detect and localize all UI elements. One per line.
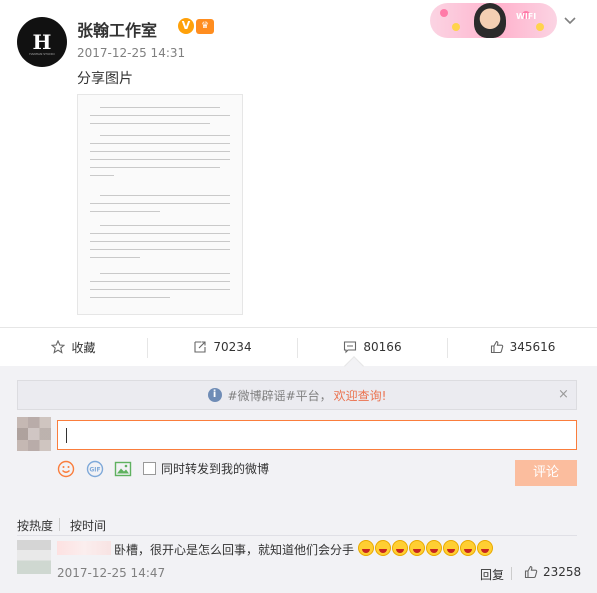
comment-icon: [344, 341, 357, 354]
like-button[interactable]: 345616: [448, 332, 597, 362]
image-icon[interactable]: [114, 460, 132, 478]
notice-text: #微博辟谣#平台，: [227, 388, 332, 403]
post-timestamp[interactable]: 2017-12-25 14:31: [77, 46, 185, 60]
comment-text: 卧槽，很开心是怎么回事，就知道他们会分手: [114, 543, 355, 557]
card-decoration-banner[interactable]: WIFI: [430, 3, 557, 38]
info-icon: i: [207, 388, 222, 402]
laughing-emoji-icon: [409, 540, 425, 556]
favorite-label: 收藏: [71, 340, 96, 355]
favorite-button[interactable]: 收藏: [0, 332, 147, 362]
star-icon: [51, 340, 66, 354]
vip-crown-icon[interactable]: ♛: [196, 19, 214, 34]
forward-checkbox-label: 同时转发到我的微博: [161, 462, 270, 476]
current-user-avatar[interactable]: [17, 417, 51, 451]
verified-badge-icon: V: [178, 18, 194, 34]
laughing-emoji-icon: [375, 540, 391, 556]
commenter-name-blurred[interactable]: [57, 541, 111, 555]
laughing-emoji-icon: [460, 540, 476, 556]
sort-by-hot-tab[interactable]: 按热度: [17, 517, 53, 534]
comment-timestamp: 2017-12-25 14:47: [57, 566, 166, 580]
forward-button[interactable]: 70234: [148, 332, 297, 362]
laughing-emoji-icon: [477, 540, 493, 556]
submit-comment-button[interactable]: 评论: [515, 460, 577, 486]
close-icon[interactable]: ×: [558, 387, 569, 402]
like-count: 345616: [509, 340, 556, 354]
emoji-icon[interactable]: [57, 460, 75, 478]
comment-like-count: 23258: [543, 565, 582, 579]
text-cursor: [66, 428, 67, 443]
comment-button[interactable]: 80166: [298, 332, 447, 362]
forward-count: 70234: [213, 340, 252, 354]
checkbox-box[interactable]: [143, 462, 156, 475]
celebrity-face-image: [474, 3, 506, 38]
laughing-emoji-icon: [392, 540, 408, 556]
sort-underline-divider: [17, 535, 577, 536]
comment-sort-tabs: 按热度 按时间: [17, 517, 112, 534]
notice-link[interactable]: 欢迎查询!: [334, 387, 387, 404]
laughing-emoji-icon: [426, 540, 442, 556]
commenter-avatar[interactable]: [17, 540, 51, 574]
comment-emoji-row: [358, 540, 494, 556]
forward-to-my-weibo-checkbox[interactable]: 同时转发到我的微博: [143, 460, 269, 477]
sort-divider: [59, 518, 61, 531]
svg-text:GIF: GIF: [89, 467, 100, 474]
reply-button[interactable]: 回复: [480, 566, 504, 583]
comment-input[interactable]: [57, 420, 577, 450]
post-image-document[interactable]: [77, 94, 243, 315]
thumbs-up-icon: [490, 340, 503, 354]
thumbs-up-icon: [524, 565, 538, 579]
laughing-emoji-icon: [443, 540, 459, 556]
author-avatar[interactable]: H HANHAN STUDIO: [17, 17, 67, 67]
post-text: 分享图片: [77, 71, 133, 87]
avatar-logo: H: [32, 30, 52, 54]
laughing-emoji-icon: [358, 540, 374, 556]
rumor-notice-bar: i #微博辟谣#平台， 欢迎查询!: [17, 380, 577, 410]
avatar-subtitle: HANHAN STUDIO: [29, 52, 55, 56]
comment-like-button[interactable]: 23258: [524, 565, 581, 579]
gif-icon[interactable]: GIF: [86, 460, 104, 478]
actions-top-divider: [0, 327, 597, 328]
banner-wifi-text: WIFI: [516, 12, 537, 21]
comment-count: 80166: [363, 340, 402, 354]
comment-action-separator: [511, 567, 512, 580]
sort-by-time-tab[interactable]: 按时间: [70, 517, 106, 534]
forward-icon: [194, 341, 206, 353]
author-name[interactable]: 张翰工作室: [77, 17, 157, 41]
chevron-down-icon[interactable]: [562, 12, 578, 28]
weibo-post-card: H HANHAN STUDIO 张翰工作室 V ♛ 2017-12-25 14:…: [0, 0, 597, 593]
